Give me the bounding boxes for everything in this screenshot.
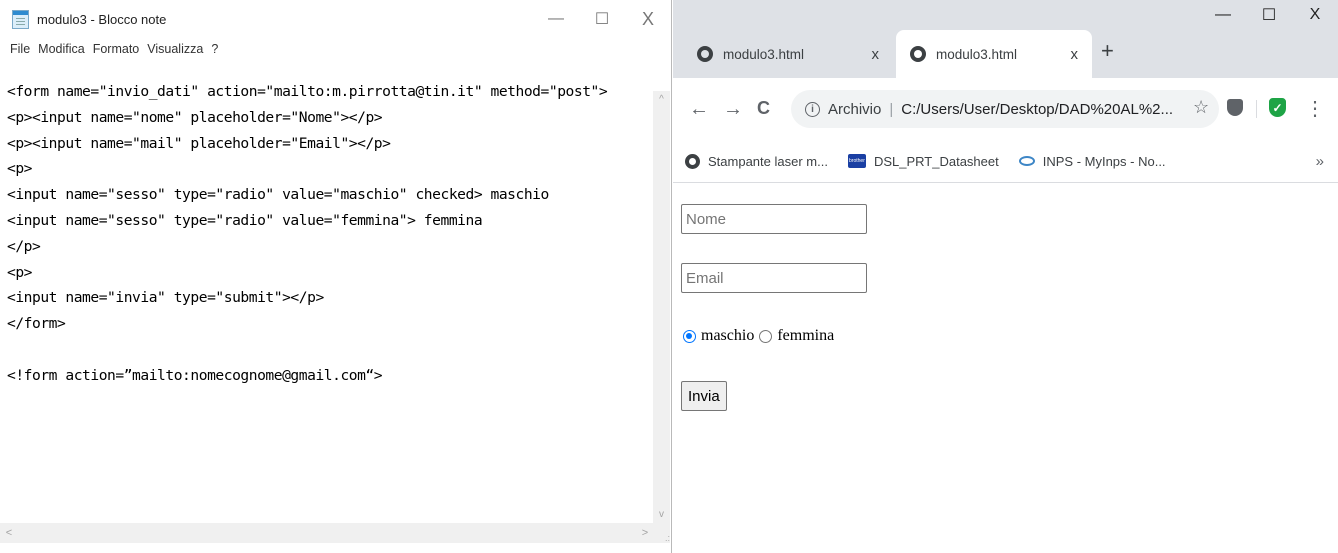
bookmark-star-icon[interactable]: ☆ — [1193, 97, 1209, 118]
vertical-scrollbar[interactable]: ^ v — [653, 91, 670, 523]
code-line: <input name="invia" type="submit"></p> — [7, 289, 324, 307]
scroll-up-icon[interactable]: ^ — [653, 91, 670, 108]
menu-help[interactable]: ? — [211, 42, 218, 56]
browser-toolbar: ← → C i Archivio | C:/Users/User/Desktop… — [673, 78, 1338, 140]
notepad-titlebar[interactable]: modulo3 - Blocco note — ☐ X — [0, 0, 671, 38]
code-line: <p> — [7, 160, 33, 178]
browser-tab-active[interactable]: modulo3.html x — [896, 30, 1092, 78]
maximize-button[interactable]: ☐ — [579, 0, 625, 38]
toolbar-divider — [1256, 100, 1257, 118]
tab-close-icon[interactable]: x — [872, 46, 880, 63]
scroll-left-icon[interactable]: < — [0, 523, 18, 543]
tab-strip: modulo3.html x modulo3.html x + — ☐ X — [673, 0, 1338, 78]
inps-icon — [1018, 156, 1035, 166]
radio-label-maschio: maschio — [701, 327, 755, 344]
globe-icon — [685, 153, 700, 169]
code-line: </form> — [7, 315, 66, 333]
invia-button[interactable]: Invia — [681, 381, 727, 411]
radio-femmina[interactable] — [759, 329, 773, 343]
tab-title: modulo3.html — [723, 46, 805, 62]
close-button[interactable]: X — [625, 0, 671, 38]
bookmark-label: DSL_PRT_Datasheet — [873, 153, 999, 169]
menu-modifica[interactable]: Modifica — [38, 42, 85, 56]
info-icon[interactable]: i — [805, 101, 820, 117]
scroll-down-icon[interactable]: v — [653, 506, 670, 523]
bookmark-item[interactable]: brother DSL_PRT_Datasheet — [847, 153, 999, 169]
url-text[interactable]: C:/Users/User/Desktop/DAD%20AL%2... — [901, 101, 1173, 118]
email-input[interactable] — [681, 263, 867, 293]
browser-window: modulo3.html x modulo3.html x + — ☐ X ← … — [673, 0, 1338, 553]
code-line: <form name="invio_dati" action="mailto:m… — [7, 83, 608, 100]
forward-button[interactable]: → — [723, 98, 743, 121]
scroll-right-icon[interactable]: > — [636, 523, 654, 543]
shield-extension-icon[interactable]: ✓ — [1269, 98, 1286, 117]
bookmark-item[interactable]: Stampante laser m... — [685, 153, 828, 169]
minimize-button[interactable]: — — [533, 0, 579, 38]
code-line: <input name="sesso" type="radio" value="… — [7, 186, 549, 204]
bookmarks-overflow-icon[interactable]: » — [1316, 153, 1324, 170]
adblock-extension-icon[interactable] — [1227, 99, 1243, 116]
code-line: <!form action=”mailto:nomecognome@gmail.… — [7, 366, 383, 384]
bookmark-label: INPS - MyInps - No... — [1042, 153, 1166, 169]
security-label: Archivio — [828, 100, 882, 118]
menu-visualizza[interactable]: Visualizza — [147, 42, 203, 56]
bookmark-label: Stampante laser m... — [708, 153, 828, 169]
code-line: <input name="sesso" type="radio" value="… — [7, 211, 483, 229]
notepad-window: modulo3 - Blocco note — ☐ X File Modific… — [0, 0, 672, 553]
resize-grip-icon[interactable]: .: — [653, 523, 670, 543]
back-button[interactable]: ← — [689, 98, 709, 121]
reload-button[interactable]: C — [757, 98, 770, 119]
omnibox-separator: | — [889, 100, 894, 118]
notepad-text-area[interactable]: <form name="invio_dati" action="mailto:m… — [0, 83, 654, 523]
globe-icon — [697, 46, 713, 62]
nome-input[interactable] — [681, 204, 867, 234]
maximize-button[interactable]: ☐ — [1246, 0, 1292, 30]
bookmark-item[interactable]: INPS - MyInps - No... — [1018, 153, 1166, 169]
minimize-button[interactable]: — — [1200, 0, 1246, 30]
code-line: </p> — [7, 237, 41, 255]
globe-icon — [910, 46, 926, 62]
browser-menu-icon[interactable]: ⋮ — [1305, 96, 1325, 121]
close-button[interactable]: X — [1292, 0, 1338, 30]
code-line: <p> — [7, 263, 33, 281]
address-bar[interactable]: i Archivio | C:/Users/User/Desktop/DAD%2… — [791, 90, 1219, 128]
sesso-radio-group: maschio femmina — [683, 327, 834, 345]
horizontal-scrollbar[interactable]: < > — [0, 523, 654, 543]
radio-maschio[interactable] — [683, 329, 696, 343]
code-line: <p><input name="mail" placeholder="Email… — [7, 134, 391, 152]
brother-icon: brother — [847, 154, 866, 168]
notepad-icon — [12, 9, 29, 29]
tab-title: modulo3.html — [936, 46, 1018, 62]
menu-file[interactable]: File — [10, 42, 30, 56]
new-tab-button[interactable]: + — [1101, 38, 1114, 64]
tab-close-icon[interactable]: x — [1071, 46, 1079, 63]
notepad-menubar: File Modifica Formato Visualizza ? — [0, 38, 671, 60]
menu-formato[interactable]: Formato — [93, 42, 140, 56]
browser-tab[interactable]: modulo3.html x — [683, 30, 893, 78]
notepad-title: modulo3 - Blocco note — [37, 11, 167, 27]
code-line: <p><input name="nome" placeholder="Nome"… — [7, 108, 383, 126]
radio-label-femmina: femmina — [777, 327, 835, 344]
bookmarks-bar: Stampante laser m... brother DSL_PRT_Dat… — [673, 140, 1338, 183]
